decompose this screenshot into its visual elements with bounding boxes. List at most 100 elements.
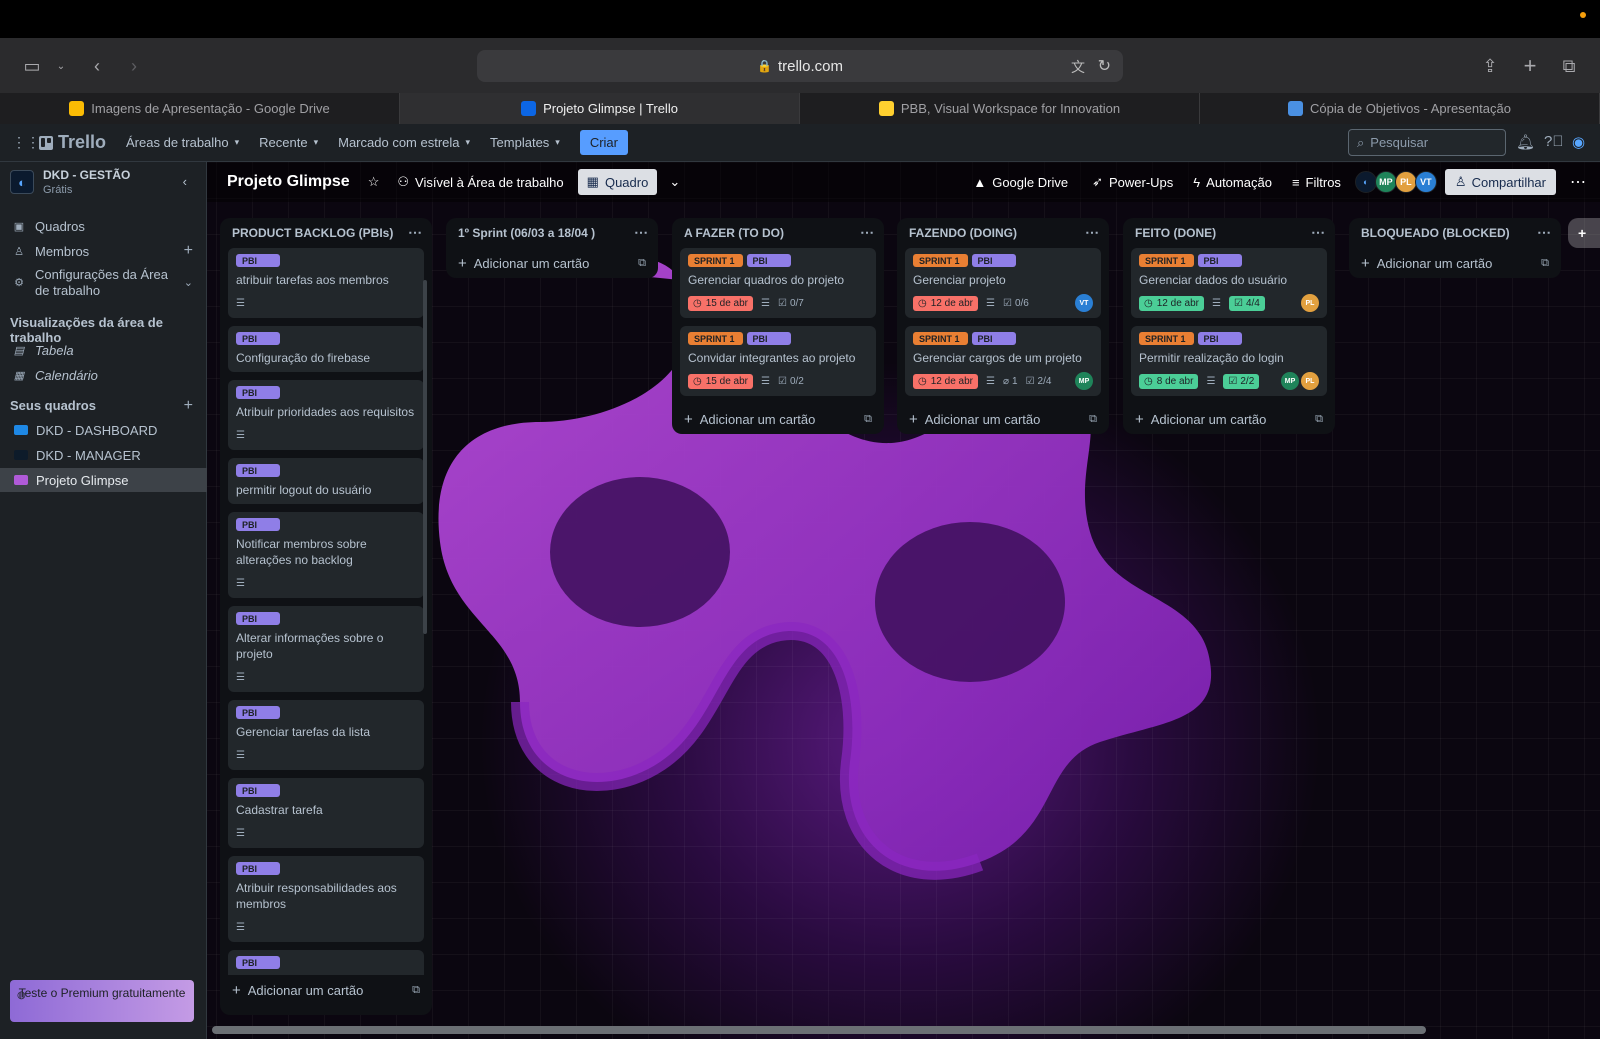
card-label[interactable]: PBI: [236, 386, 280, 399]
card[interactable]: SPRINT 1 PBI Gerenciar cargos de um projet…: [905, 326, 1101, 396]
browser-tab[interactable]: PBB, Visual Workspace for Innovation: [800, 93, 1200, 124]
chevron-down-icon[interactable]: ⌄: [184, 275, 193, 291]
add-card-button[interactable]: + Adicionar um cartão ⧉: [446, 248, 658, 278]
card-label[interactable]: PBI: [746, 254, 791, 267]
card-label[interactable]: SPRINT 1: [688, 254, 743, 267]
sidebar-toggle-icon[interactable]: ▭: [22, 55, 42, 77]
app-switcher-icon[interactable]: ⋮⋮: [12, 134, 40, 151]
back-icon[interactable]: ‹: [88, 55, 106, 77]
tab-overview-icon[interactable]: ⧉: [1558, 55, 1580, 77]
card-label[interactable]: SPRINT 1: [1139, 254, 1194, 267]
automation-button[interactable]: ϟ Automação: [1193, 175, 1272, 190]
list-header[interactable]: PRODUCT BACKLOG (PBIs) ⋯: [220, 218, 432, 248]
card-label[interactable]: PBI: [236, 784, 280, 797]
list-header[interactable]: FAZENDO (DOING) ⋯: [897, 218, 1109, 248]
share-icon[interactable]: ⇪: [1480, 55, 1500, 77]
list-menu-icon[interactable]: ⋯: [634, 224, 648, 241]
list-menu-icon[interactable]: ⋯: [1085, 224, 1099, 241]
card-label[interactable]: PBI: [236, 464, 280, 477]
card-label[interactable]: PBI: [236, 332, 280, 345]
share-button[interactable]: ♙ Compartilhar: [1444, 169, 1556, 195]
notifications-icon[interactable]: 🔔︎: [1516, 133, 1535, 151]
sidebar-board-item[interactable]: DKD - DASHBOARD: [0, 418, 207, 442]
filters-button[interactable]: ≡ Filtros: [1292, 175, 1341, 190]
template-icon[interactable]: ⧉: [1089, 413, 1097, 426]
card-label[interactable]: SPRINT 1: [688, 332, 743, 345]
card-label[interactable]: PBI: [236, 612, 280, 625]
account-avatar[interactable]: ◉: [1572, 133, 1585, 151]
member-avatar[interactable]: MP: [1374, 171, 1397, 193]
forward-icon[interactable]: ›: [125, 55, 143, 77]
premium-trial-button[interactable]: ◍ Teste o Premium gratuitamente: [10, 980, 194, 1022]
card[interactable]: PBI Gerenciar tarefas da lista ☰: [228, 700, 424, 770]
add-board-icon[interactable]: +: [184, 397, 193, 415]
list-header[interactable]: FEITO (DONE) ⋯: [1123, 218, 1335, 248]
template-icon[interactable]: ⧉: [1315, 413, 1323, 426]
address-bar[interactable]: 🔒 trello.com 文 ↻: [477, 50, 1123, 82]
member-avatar[interactable]: MP: [1281, 372, 1299, 390]
due-date-badge[interactable]: ◷ 12 de abr: [913, 295, 978, 311]
list-header[interactable]: BLOQUEADO (BLOCKED) ⋯: [1349, 218, 1561, 248]
powerups-button[interactable]: ➶ Power-Ups: [1092, 174, 1173, 190]
add-card-button[interactable]: + Adicionar um cartão ⧉: [1349, 248, 1561, 278]
list-scrollbar[interactable]: [423, 280, 427, 634]
sidebar-view-table[interactable]: ▤ Tabela: [0, 339, 207, 361]
card-label[interactable]: SPRINT 1: [913, 332, 968, 345]
sidebar-board-item[interactable]: DKD - MANAGER: [0, 443, 207, 467]
add-card-button[interactable]: + Adicionar um cartão ⧉: [220, 975, 432, 1005]
card[interactable]: PBI permitir logout do usuário: [228, 458, 424, 504]
card[interactable]: PBI atribuir tarefas aos membros ☰: [228, 248, 424, 318]
list-header[interactable]: 1º Sprint (06/03 a 18/04 ) ⋯: [446, 218, 658, 248]
card[interactable]: PBIAlterar status de desenvolvimento de …: [228, 950, 424, 975]
card[interactable]: PBI Alterar informações sobre o projeto ☰: [228, 606, 424, 692]
card[interactable]: PBI Notificar membros sobre alterações no…: [228, 512, 424, 598]
list-menu-icon[interactable]: ⋯: [408, 224, 422, 241]
add-card-button[interactable]: + Adicionar um cartão ⧉: [897, 404, 1109, 434]
browser-tab[interactable]: Cópia de Objetivos - Apresentação: [1200, 93, 1600, 124]
due-date-badge[interactable]: ◷ 15 de abr: [688, 295, 753, 311]
due-date-badge[interactable]: ◷ 12 de abr: [1139, 295, 1204, 311]
trello-logo[interactable]: Trello: [39, 132, 106, 153]
sidebar-item-settings[interactable]: ⚙ Configurações da Área de trabalho ⌄: [0, 266, 207, 300]
card-label[interactable]: PBI: [236, 956, 280, 969]
member-avatar[interactable]: PL: [1301, 372, 1319, 390]
google-drive-button[interactable]: ▲ Google Drive: [973, 175, 1068, 190]
add-card-button[interactable]: + Adicionar um cartão ⧉: [1123, 404, 1335, 434]
member-avatar[interactable]: PL: [1301, 294, 1319, 312]
more-options-icon[interactable]: ⋯: [1570, 172, 1586, 192]
visibility-button[interactable]: ⚇ Visível à Área de trabalho: [397, 174, 563, 190]
views-dropdown-icon[interactable]: ⌄: [669, 174, 680, 190]
sidebar-view-calendar[interactable]: ▦ Calendário: [0, 364, 207, 386]
list-menu-icon[interactable]: ⋯: [1537, 224, 1551, 241]
workspace-header[interactable]: ◐ DKD - GESTÃO Grátis ‹: [0, 162, 207, 202]
board-title[interactable]: Projeto Glimpse: [227, 173, 350, 191]
list-menu-icon[interactable]: ⋯: [1311, 224, 1325, 241]
menu-workspaces[interactable]: Áreas de trabalho ▾: [126, 135, 239, 150]
sidebar-item-members[interactable]: ♙ Membros +: [0, 240, 207, 262]
card[interactable]: SPRINT 1 PBI Permitir realização do login ◷…: [1131, 326, 1327, 396]
board-members[interactable]: ◐ MP PL VT: [1354, 171, 1437, 193]
menu-recent[interactable]: Recente ▾: [259, 135, 318, 150]
board-horizontal-scrollbar[interactable]: [212, 1026, 1426, 1034]
due-date-badge[interactable]: ◷ 15 de abr: [688, 373, 753, 389]
collapse-sidebar-icon[interactable]: ‹: [183, 174, 187, 189]
member-avatar[interactable]: ◐: [1354, 171, 1377, 193]
browser-tab[interactable]: Projeto Glimpse | Trello: [400, 93, 800, 124]
card[interactable]: PBI Cadastrar tarefa ☰: [228, 778, 424, 848]
card[interactable]: SPRINT 1 PBI Convidar integrantes ao proje…: [680, 326, 876, 396]
new-tab-icon[interactable]: +: [1520, 53, 1540, 78]
member-avatar[interactable]: PL: [1394, 171, 1417, 193]
card[interactable]: PBI Atribuir prioridades aos requisitos ☰: [228, 380, 424, 450]
member-avatar[interactable]: VT: [1075, 294, 1093, 312]
card-label[interactable]: SPRINT 1: [913, 254, 968, 267]
member-avatar[interactable]: VT: [1414, 171, 1437, 193]
card-label[interactable]: PBI: [971, 254, 1016, 267]
template-icon[interactable]: ⧉: [864, 413, 872, 426]
search-input[interactable]: ⌕ Pesquisar: [1348, 129, 1506, 156]
board-view-button[interactable]: ▦ Quadro: [577, 169, 658, 195]
create-button[interactable]: Criar: [579, 130, 628, 155]
add-member-icon[interactable]: +: [184, 242, 193, 260]
sidebar-board-item[interactable]: Projeto Glimpse: [0, 468, 207, 492]
card-label[interactable]: PBI: [236, 254, 280, 267]
template-icon[interactable]: ⧉: [1541, 257, 1549, 270]
